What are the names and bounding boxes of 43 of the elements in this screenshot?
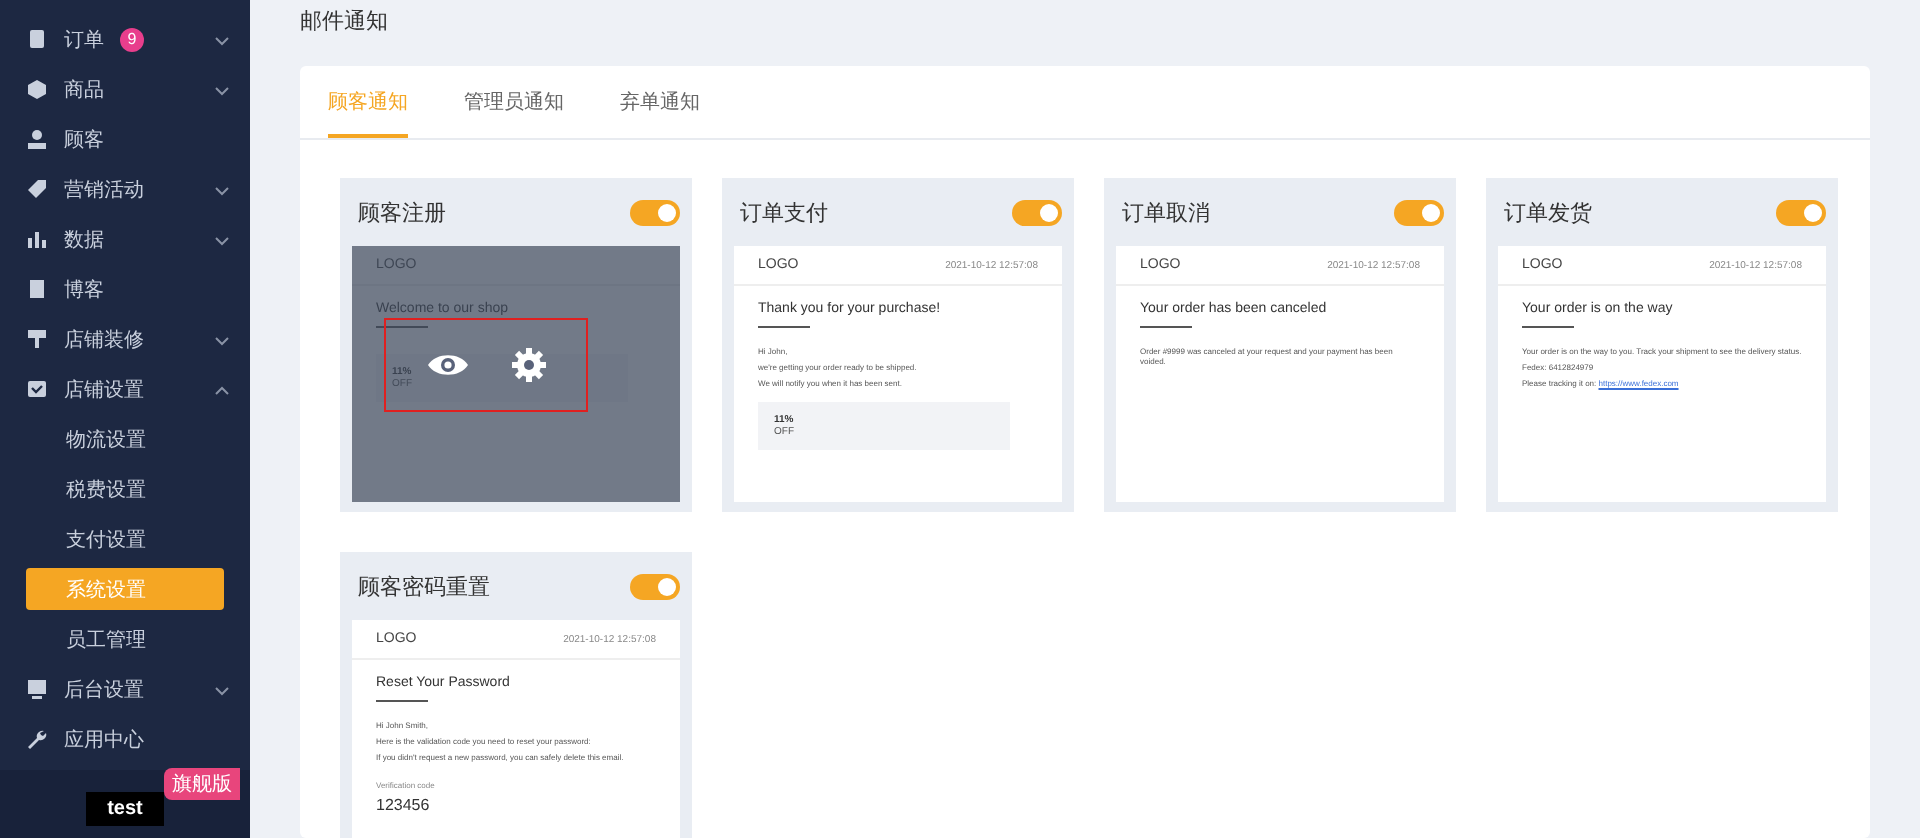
bar-chart-icon — [26, 228, 48, 250]
toggle-switch[interactable] — [1394, 199, 1444, 225]
toggle-switch[interactable] — [630, 199, 680, 225]
eye-icon[interactable] — [427, 351, 467, 377]
submenu-item[interactable]: 税费设置 — [26, 468, 224, 510]
toggle-switch[interactable] — [630, 573, 680, 599]
page-title: 邮件通知 — [300, 7, 390, 38]
toggle-switch[interactable] — [1776, 199, 1826, 225]
nav-item[interactable]: 店铺设置 — [0, 364, 250, 414]
count-badge: 9 — [120, 27, 144, 51]
nav-item[interactable]: 商品 — [0, 64, 250, 114]
card-title: 顾客密码重置 — [358, 573, 490, 601]
nav-item[interactable]: 店铺装修 — [0, 314, 250, 364]
nav-item[interactable]: 订单 9 — [0, 14, 250, 64]
card-title: 订单取消 — [1122, 199, 1210, 227]
user-icon — [26, 128, 48, 150]
nav-item[interactable]: 数据 — [0, 214, 250, 264]
monitor-icon — [26, 678, 48, 700]
tab[interactable]: 弃单通知 — [620, 66, 700, 138]
nav-item[interactable]: 后台设置 — [0, 664, 250, 714]
cube-icon — [26, 78, 48, 100]
user-name: test — [85, 792, 165, 826]
plan-badge: 旗舰版 — [164, 768, 240, 800]
nav-item[interactable]: 应用中心 — [0, 714, 250, 764]
card-title: 顾客注册 — [358, 199, 446, 227]
clipboard-icon — [26, 28, 48, 50]
wrench-icon — [26, 728, 48, 750]
settings-icon[interactable] — [511, 347, 545, 381]
nav-item[interactable]: 博客 — [0, 264, 250, 314]
tag-icon — [26, 178, 48, 200]
tab[interactable]: 管理员通知 — [464, 66, 564, 138]
nav-item[interactable]: 顾客 — [0, 114, 250, 164]
submenu-item[interactable]: 物流设置 — [26, 418, 224, 460]
verification-code: 123456 — [376, 796, 432, 814]
document-icon — [26, 278, 48, 300]
card-title: 订单发货 — [1504, 199, 1592, 227]
card-title: 订单支付 — [740, 199, 828, 227]
submenu-item[interactable]: 支付设置 — [26, 518, 224, 560]
submenu-item[interactable]: 员工管理 — [26, 618, 224, 660]
store-icon — [26, 378, 48, 400]
nav-item[interactable]: 营销活动 — [0, 164, 250, 214]
toggle-switch[interactable] — [1012, 199, 1062, 225]
brush-icon — [26, 328, 48, 350]
